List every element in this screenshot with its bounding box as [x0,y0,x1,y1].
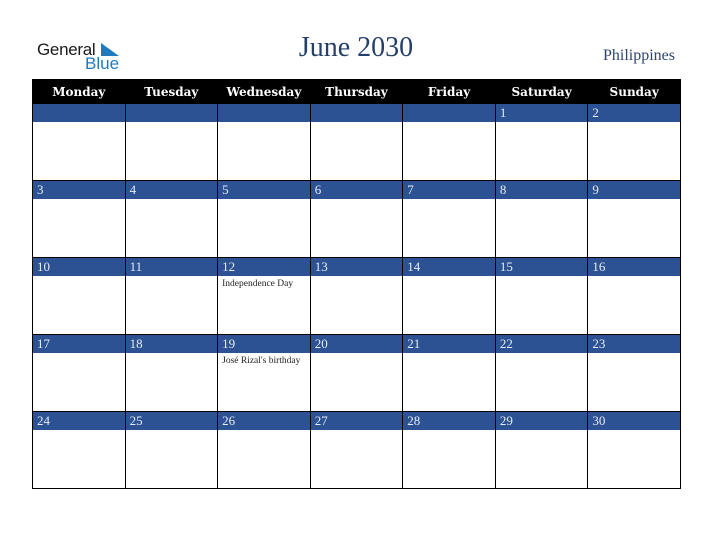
day-cell[interactable] [217,103,311,181]
day-number: 7 [403,181,495,199]
day-number: 6 [310,181,403,199]
day-cell[interactable]: 26 [217,411,311,489]
day-cell[interactable] [124,103,219,181]
week-row: 17 18 19 José Rizal's birthday 20 21 22 23 [32,334,681,412]
day-cell[interactable]: 18 [124,334,219,412]
day-number: 5 [218,181,310,199]
day-cell[interactable]: 16 [587,257,681,335]
day-cell[interactable] [309,103,404,181]
week-row: 12 [32,103,681,181]
day-cell[interactable]: 29 [494,411,589,489]
calendar-grid: Monday Tuesday Wednesday Thursday Friday Satu… [32,79,681,489]
day-cell[interactable]: 2 [587,103,681,181]
weekday-header: Friday [402,79,496,104]
weekday-header: Saturday [494,79,589,104]
day-cell[interactable]: 9 [587,180,681,258]
day-number: 30 [588,412,680,430]
weekday-header: Thursday [309,79,404,104]
holiday-label: Independence Day [222,279,294,289]
day-cell[interactable]: 6 [309,180,404,258]
day-number: 19 [218,335,310,353]
day-cell[interactable]: 30 [587,411,681,489]
day-cell[interactable]: 20 [309,334,404,412]
day-number: 23 [588,335,680,353]
country-label: Philippines [602,47,675,64]
day-number: 28 [403,412,495,430]
day-number: 8 [495,181,588,199]
day-cell[interactable]: 14 [402,257,496,335]
day-cell[interactable]: 7 [402,180,496,258]
day-cell[interactable]: 1 [494,103,589,181]
day-number: 9 [588,181,680,199]
day-number: 25 [125,412,218,430]
day-cell[interactable]: 12 Independence Day [217,257,311,335]
day-number: 2 [588,104,680,122]
day-cell[interactable]: 17 [32,334,126,412]
day-cell[interactable] [32,103,126,181]
day-number: 22 [495,335,588,353]
day-cell[interactable]: 15 [494,257,589,335]
weekday-header: Sunday [587,79,681,104]
day-cell[interactable]: 25 [124,411,219,489]
day-cell[interactable]: 24 [32,411,126,489]
day-cell[interactable]: 19 José Rizal's birthday [217,334,311,412]
day-number [218,104,310,122]
day-number [310,104,403,122]
day-cell[interactable]: 4 [124,180,219,258]
week-row: 3456789 [32,180,681,258]
day-number: 3 [33,181,125,199]
day-number [403,104,495,122]
day-number: 12 [218,258,310,276]
holiday-label: José Rizal's birthday [222,356,301,366]
day-number: 21 [403,335,495,353]
day-number: 14 [403,258,495,276]
day-cell[interactable]: 5 [217,180,311,258]
day-number: 18 [125,335,218,353]
weekday-header: Wednesday [217,79,311,104]
day-number: 16 [588,258,680,276]
day-number: 29 [495,412,588,430]
day-number: 11 [125,258,218,276]
day-cell[interactable]: 8 [494,180,589,258]
day-number: 26 [218,412,310,430]
day-cell[interactable]: 21 [402,334,496,412]
day-cell[interactable] [402,103,496,181]
week-row: 10 11 12 Independence Day 13 14 15 16 [32,257,681,335]
day-number: 24 [33,412,125,430]
day-number [33,104,125,122]
day-number: 13 [310,258,403,276]
day-cell[interactable]: 28 [402,411,496,489]
day-cell[interactable]: 22 [494,334,589,412]
day-number: 27 [310,412,403,430]
day-number [125,104,218,122]
day-number: 1 [495,104,588,122]
weekday-header: Monday [32,79,126,104]
day-cell[interactable]: 23 [587,334,681,412]
day-number: 15 [495,258,588,276]
day-cell[interactable]: 27 [309,411,404,489]
day-number: 4 [125,181,218,199]
day-number: 20 [310,335,403,353]
day-cell[interactable]: 11 [124,257,219,335]
week-row: 24 25 26 27 28 29 30 [32,411,681,489]
day-cell[interactable]: 13 [309,257,404,335]
day-cell[interactable]: 3 [32,180,126,258]
day-number: 17 [33,335,125,353]
day-number: 10 [33,258,125,276]
day-cell[interactable]: 10 [32,257,126,335]
weekday-header: Tuesday [124,79,219,104]
